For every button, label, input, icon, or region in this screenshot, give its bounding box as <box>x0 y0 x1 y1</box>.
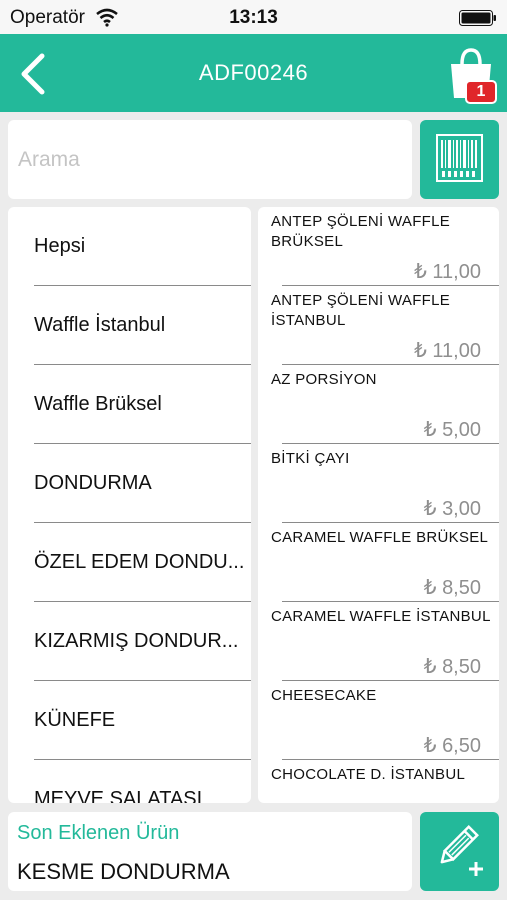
barcode-scan-button[interactable] <box>420 120 499 199</box>
category-item-waffle-istanbul[interactable]: Waffle İstanbul <box>34 286 251 365</box>
category-label: KÜNEFE <box>34 709 116 731</box>
product-item[interactable]: ANTEP ŞÖLENİ WAFFLE İSTANBUL ₺ 11,00 <box>258 286 499 365</box>
category-label: KIZARMIŞ DONDUR... <box>34 630 239 652</box>
category-label: Hepsi <box>34 235 86 257</box>
edit-add-button[interactable] <box>420 812 499 891</box>
product-list: ANTEP ŞÖLENİ WAFFLE BRÜKSEL ₺ 11,00 ANTE… <box>258 207 499 803</box>
product-item[interactable]: CARAMEL WAFFLE İSTANBUL ₺ 8,50 <box>258 602 499 681</box>
product-name: ANTEP ŞÖLENİ WAFFLE BRÜKSEL <box>271 213 451 250</box>
category-list: Hepsi Waffle İstanbul Waffle Brüksel DON… <box>8 207 251 803</box>
product-name: CHOCOLATE D. İSTANBUL <box>271 766 466 783</box>
product-price: ₺ 5,00 <box>423 419 481 441</box>
category-item-ozel-edem-dondurma[interactable]: ÖZEL EDEM DONDU... <box>34 523 251 602</box>
category-item-dondurma[interactable]: DONDURMA <box>34 444 251 523</box>
pencil-plus-icon <box>440 825 483 876</box>
product-name: CARAMEL WAFFLE İSTANBUL <box>271 608 491 625</box>
product-item[interactable]: BİTKİ ÇAYI ₺ 3,00 <box>258 444 499 523</box>
product-name: AZ PORSİYON <box>271 371 377 388</box>
barcode-icon <box>436 134 483 182</box>
last-added-label: Son Eklenen Ürün <box>17 822 180 844</box>
category-item-waffle-bruksel[interactable]: Waffle Brüksel <box>34 365 251 444</box>
product-name: CHEESECAKE <box>271 687 377 704</box>
product-price: ₺ 11,00 <box>414 261 481 283</box>
category-item-kunefe[interactable]: KÜNEFE <box>34 681 251 760</box>
category-item-kizarmis-dondurma[interactable]: KIZARMIŞ DONDUR... <box>34 602 251 681</box>
product-price: ₺ 8,50 <box>423 656 481 678</box>
category-item-hepsi[interactable]: Hepsi <box>34 207 251 286</box>
category-label: MEYVE SALATASI <box>34 788 203 803</box>
product-price: ₺ 3,00 <box>423 498 481 520</box>
last-added-panel: Son Eklenen Ürün KESME DONDURMA <box>8 812 412 891</box>
status-bar: Operatör 13:13 <box>0 0 507 34</box>
product-price: ₺ 6,50 <box>423 735 481 757</box>
product-item[interactable]: AZ PORSİYON ₺ 5,00 <box>258 365 499 444</box>
category-label: Waffle Brüksel <box>34 393 162 415</box>
last-added-value: KESME DONDURMA <box>17 859 230 884</box>
product-item[interactable]: CHEESECAKE ₺ 6,50 <box>258 681 499 760</box>
product-item[interactable]: ANTEP ŞÖLENİ WAFFLE BRÜKSEL ₺ 11,00 <box>258 207 499 286</box>
product-name: CARAMEL WAFFLE BRÜKSEL <box>271 529 489 546</box>
category-label: ÖZEL EDEM DONDU... <box>34 551 245 573</box>
cart-count-badge: 1 <box>465 80 497 104</box>
clock-time: 13:13 <box>229 7 278 28</box>
category-label: DONDURMA <box>34 472 152 494</box>
product-name: BİTKİ ÇAYI <box>271 450 350 467</box>
category-label: Waffle İstanbul <box>34 314 166 336</box>
nav-bar: ADF00246 1 <box>0 34 507 112</box>
product-item[interactable]: CARAMEL WAFFLE BRÜKSEL ₺ 8,50 <box>258 523 499 602</box>
product-item[interactable]: CHOCOLATE D. İSTANBUL <box>258 760 499 803</box>
search-input[interactable] <box>8 120 412 199</box>
product-price: ₺ 11,00 <box>414 340 481 362</box>
category-item-meyve-salatasi[interactable]: MEYVE SALATASI <box>34 760 251 803</box>
battery-icon <box>459 10 496 26</box>
page-title: ADF00246 <box>198 60 309 85</box>
product-name: ANTEP ŞÖLENİ WAFFLE İSTANBUL <box>271 292 451 329</box>
search-box <box>8 120 412 199</box>
product-price: ₺ 8,50 <box>423 577 481 599</box>
